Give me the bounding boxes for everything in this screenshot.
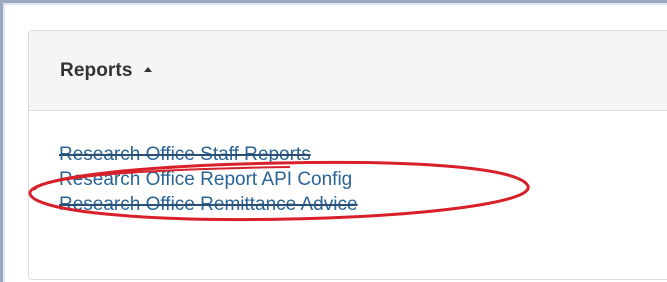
panel-title: Reports: [60, 59, 133, 81]
link-remittance-advice[interactable]: Research Office Remittance Advice: [59, 192, 667, 217]
window-frame: Reports Research Office Staff Reports Re…: [0, 0, 667, 282]
caret-up-icon: [143, 67, 152, 72]
link-staff-reports[interactable]: Research Office Staff Reports: [59, 142, 667, 167]
reports-panel: Reports Research Office Staff Reports Re…: [28, 30, 667, 280]
reports-panel-heading[interactable]: Reports: [29, 31, 667, 111]
link-report-api-config[interactable]: Research Office Report API Config: [59, 167, 667, 192]
reports-panel-body: Research Office Staff Reports Research O…: [29, 111, 667, 217]
